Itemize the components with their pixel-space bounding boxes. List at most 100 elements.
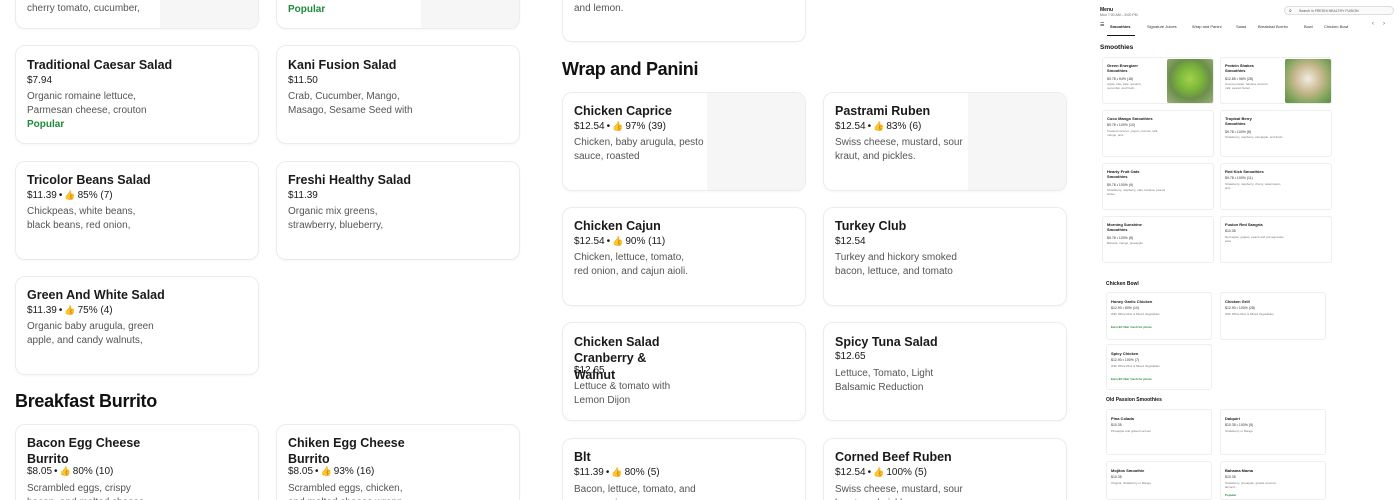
item-price: $11.39 [27, 305, 57, 316]
item-title: Chicken Grill [1225, 299, 1250, 304]
thumbs-up-icon: 👍 [64, 305, 76, 315]
menu-item-card[interactable]: Morning Sunshine Smoothies $9.78 • 100% … [1102, 216, 1214, 263]
active-tab-indicator [1107, 35, 1135, 36]
item-price: $12.54 [835, 236, 866, 247]
menu-item-card[interactable]: Chicken Caprice $12.54 • 👍 97% (39) Chick… [562, 92, 806, 191]
menu-item-card[interactable]: Protein Shakes Smoothies $12.85 • 96% (2… [1220, 57, 1332, 104]
tab-wrap-and-panini[interactable]: Wrap and Panini [1192, 24, 1222, 29]
item-title: Tropical Berry Smoothies [1225, 116, 1252, 127]
thumbs-up-icon: 👍 [873, 121, 885, 131]
item-title: Green And White Salad [27, 288, 165, 302]
menu-item-card[interactable]: Tropical Berry Smoothies $9.78 • 100% (8… [1220, 110, 1332, 157]
search-placeholder: Search in FRESHI HEALTHY FUSION [1299, 9, 1359, 13]
menu-item-card[interactable]: Popular [276, 0, 520, 29]
thumbs-up-icon: 👍 [611, 467, 623, 477]
menu-item-card[interactable]: Bacon Egg Cheese Burrito $8.05 • 👍 80% (1… [15, 424, 259, 500]
menu-item-card[interactable]: Red Kick Smoothies $9.78 • 100% (11) Str… [1220, 163, 1332, 210]
item-description: Original, Strawberry or Mango [1111, 481, 1152, 485]
menu-list-icon[interactable]: ☰ [1100, 22, 1104, 28]
search-input[interactable]: ⌕ Search in FRESHI HEALTHY FUSION [1284, 6, 1394, 15]
menu-item-card[interactable]: Pina Colada $10.35 Pineapple and grated … [1106, 409, 1212, 455]
menu-item-card[interactable]: Honey Garlic Chicken $12.90 • 80% (10) W… [1106, 292, 1212, 340]
item-description: Lettuce, Tomato, Light Balsamic Reductio… [835, 368, 934, 393]
tab-chicken-bowl[interactable]: Chicken Bowl [1324, 24, 1348, 29]
item-description: Bacon, lettuce, tomato, and mayonnaise [574, 484, 696, 500]
item-price: $11.39 [574, 467, 604, 478]
menu-item-card[interactable]: Freshi Healthy Salad $11.39 Organic mix … [276, 161, 520, 260]
menu-item-card[interactable]: Tricolor Beans Salad $11.39 • 👍 85% (7) C… [15, 161, 259, 260]
item-title: Green Energizer Smoothies [1107, 63, 1138, 74]
menu-item-card[interactable]: Coco Mango Smoothies $9.78 • 100% (10) T… [1102, 110, 1214, 157]
section-heading-smoothies: Smoothies [1100, 44, 1134, 51]
item-title: Honey Garlic Chicken [1111, 299, 1153, 304]
promo-text: Earn $3 Uber Cash for photo [1111, 377, 1152, 381]
item-meta: $12.65 [574, 365, 605, 376]
menu-item-card[interactable]: Green And White Salad $11.39 • 👍 75% (4) … [15, 276, 259, 375]
menu-item-card[interactable]: Chiken Egg Cheese Burrito $8.05 • 👍 93% (… [276, 424, 520, 500]
item-meta: $11.39 • 👍 80% (5) [574, 467, 660, 478]
tab-smoothies[interactable]: Smoothies [1110, 24, 1130, 29]
menu-item-card[interactable]: and lemon. [562, 0, 806, 42]
item-meta: $11.39 • 👍 85% (7) [27, 190, 113, 201]
item-price: $12.54 [835, 467, 866, 478]
item-description: Toasted coconut, yogurt, coconut milk, m… [1107, 129, 1159, 137]
menu-item-card[interactable]: Kani Fusion Salad $11.50 Crab, Cucumber,… [276, 45, 520, 144]
menu-item-card[interactable]: Turkey Club $12.54 Turkey and hickory sm… [823, 207, 1067, 306]
menu-item-card[interactable]: Bahama Mama $10.35 Strawberry, pineapple… [1220, 461, 1326, 500]
item-title: Turkey Club [835, 219, 907, 233]
item-title: Chicken Cajun [574, 219, 661, 233]
item-description: Swiss cheese, mustard, sour kraut, and p… [835, 484, 963, 500]
menu-item-card[interactable]: Corned Beef Ruben $12.54 • 👍 100% (5) Swi… [823, 438, 1067, 500]
menu-item-card[interactable]: Chicken Salad Cranberry & Walnut $12.65 … [562, 322, 806, 421]
hours-text: Mon 7:00 AM – 5:00 PM [1100, 13, 1138, 17]
item-meta: $12.90 • 100% (28) [1225, 306, 1256, 310]
item-title: Fusion Red Sangria [1225, 222, 1263, 227]
item-rating: 85% (7) [77, 190, 113, 201]
item-description: Pineapple and grated coconut [1111, 429, 1151, 433]
popular-badge: Popular [1225, 493, 1237, 497]
menu-item-card[interactable]: Blt $11.39 • 👍 80% (5) Bacon, lettuce, to… [562, 438, 806, 500]
menu-item-card[interactable]: Spicy Tuna Salad $12.65 Lettuce, Tomato,… [823, 322, 1067, 421]
item-rating: 93% (16) [333, 466, 375, 477]
popular-badge: Popular [288, 4, 326, 15]
menu-item-card[interactable]: cherry tomato, cucumber, [15, 0, 259, 29]
item-description: Turkey and hickory smoked bacon, lettuce… [835, 252, 957, 277]
menu-item-card[interactable]: Daiquiri $10.35 • 100% (5) Strawberry or… [1220, 409, 1326, 455]
item-meta: $12.90 • 100% (7) [1111, 358, 1140, 362]
menu-item-card[interactable]: Fusion Red Sangria $10.35 Red apple, gra… [1220, 216, 1332, 263]
menu-item-card[interactable]: Hearty Fruit Oats Smoothies $9.78 • 100%… [1102, 163, 1214, 210]
item-description: Strawberry, pineapple, grated coconut, a… [1225, 481, 1277, 489]
item-price: $11.39 [288, 190, 318, 201]
menu-item-card[interactable]: Mojitos Smoothie $10.35 Original, Strawb… [1106, 461, 1212, 500]
menu-item-card[interactable]: Traditional Caesar Salad $7.94 Organic r… [15, 45, 259, 144]
chevron-right-icon[interactable]: › [1383, 21, 1385, 27]
item-title: Spicy Chicken [1111, 351, 1139, 356]
item-meta: $10.35 [1225, 475, 1236, 479]
menu-item-card[interactable]: Pastrami Ruben $12.54 • 👍 83% (6) Swiss c… [823, 92, 1067, 191]
tab-bowl[interactable]: Bowl [1304, 24, 1313, 29]
tab-signature-juices[interactable]: Signature Juices [1147, 24, 1177, 29]
menu-item-card[interactable]: Chicken Grill $12.90 • 100% (28) With Wh… [1220, 292, 1326, 340]
item-meta: $12.54 [835, 236, 866, 247]
item-meta: $9.78 • 100% (10) [1107, 123, 1136, 127]
tab-breakfast-burrito[interactable]: Breakfast Burrito [1258, 24, 1288, 29]
item-rating: 97% (39) [625, 121, 666, 132]
item-rating: 75% (4) [77, 305, 113, 316]
item-meta: $12.54 • 👍 83% (6) [835, 121, 922, 132]
thumbs-up-icon: 👍 [64, 190, 76, 200]
item-description: Organic mix greens, strawberry, blueberr… [288, 206, 384, 231]
item-title: Chicken Caprice [574, 104, 672, 118]
tab-salad[interactable]: Salad [1236, 24, 1246, 29]
menu-item-card[interactable]: Green Energizer Smoothies $9.78 • 94% (1… [1102, 57, 1214, 104]
item-meta: $9.78 • 100% (8) [1107, 236, 1134, 240]
item-title: Pastrami Ruben [835, 104, 931, 118]
chevron-left-icon[interactable]: ‹ [1372, 21, 1374, 27]
menu-page-preview: Menu Mon 7:00 AM – 5:00 PM ⌕ Search in F… [1096, 0, 1400, 500]
item-title: Mojitos Smoothie [1111, 468, 1145, 473]
section-heading-old-passion-smoothies: Old Passion Smoothies [1106, 397, 1162, 403]
menu-item-card[interactable]: Spicy Chicken $12.90 • 100% (7) With Whi… [1106, 344, 1212, 390]
item-title: Red Kick Smoothies [1225, 169, 1264, 174]
item-description: Crab, Cucumber, Mango, Masago, Sesame Se… [288, 91, 413, 116]
item-price: $7.94 [27, 75, 53, 86]
menu-item-card[interactable]: Chicken Cajun $12.54 • 👍 90% (11) Chicken… [562, 207, 806, 306]
